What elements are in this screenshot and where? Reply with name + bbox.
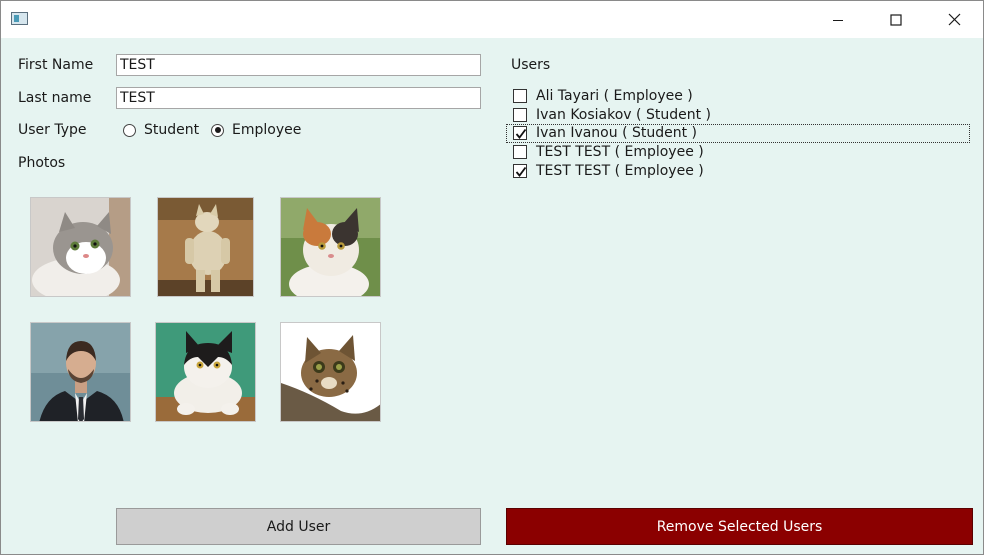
users-label: Users [511,57,551,73]
maximize-icon [890,13,902,26]
remove-selected-users-button[interactable]: Remove Selected Users [506,508,973,545]
radio-student-label: Student [144,122,200,138]
first-name-label: First Name [18,57,94,73]
close-button[interactable] [925,1,983,38]
photo-standing-cat[interactable] [157,197,254,297]
close-icon [948,13,960,26]
calico-cat-image [281,198,380,296]
radio-employee[interactable]: Employee [211,122,301,138]
app-icon [11,12,28,25]
user-checkbox[interactable] [513,126,527,141]
user-label: TEST TEST ( Employee ) [536,162,704,179]
last-name-input[interactable] [116,87,481,109]
radio-student-circle[interactable] [123,123,136,137]
radio-employee-circle[interactable] [211,123,224,137]
user-checkbox[interactable] [513,163,527,178]
users-list: Ali Tayari ( Employee ) Ivan Kosiakov ( S… [506,87,970,180]
photo-white-grey-kitten[interactable] [30,197,131,297]
user-checkbox[interactable] [513,89,527,104]
user-label: TEST TEST ( Employee ) [536,144,704,161]
user-checkbox[interactable] [513,107,527,122]
black-white-cat-image [156,323,255,421]
title-bar [1,1,983,38]
user-type-label: User Type [18,122,87,138]
checkmark-icon [515,166,527,177]
radio-student[interactable]: Student [123,122,199,138]
user-list-item[interactable]: TEST TEST ( Employee ) [506,161,970,180]
photos-label: Photos [18,155,66,171]
user-list-item[interactable]: Ivan Kosiakov ( Student ) [506,106,970,125]
maximize-button[interactable] [867,1,925,38]
kitten-image [31,198,130,296]
app-window: First Name Last name User Type Student E… [0,0,984,555]
photo-calico-cat[interactable] [280,197,381,297]
user-label: Ivan Ivanou ( Student ) [536,125,698,142]
photo-black-white-cat[interactable] [155,322,256,422]
add-user-button[interactable]: Add User [116,508,481,545]
photo-wild-cat[interactable] [280,322,381,422]
photo-man-in-suit[interactable] [30,322,131,422]
user-checkbox[interactable] [513,145,527,160]
checkmark-icon [515,129,527,140]
user-label: Ali Tayari ( Employee ) [536,88,693,105]
radio-employee-label: Employee [232,122,302,138]
minimize-button[interactable] [809,1,867,38]
standing-cat-image [158,198,253,296]
last-name-label: Last name [18,90,92,106]
user-list-item[interactable]: Ali Tayari ( Employee ) [506,87,970,106]
user-list-item[interactable]: TEST TEST ( Employee ) [506,143,970,162]
man-in-suit-image [31,323,130,421]
first-name-input[interactable] [116,54,481,76]
minimize-icon [833,19,843,21]
user-list-item[interactable]: Ivan Ivanou ( Student ) [506,124,970,143]
wild-cat-image [281,323,380,421]
user-label: Ivan Kosiakov ( Student ) [536,106,711,123]
